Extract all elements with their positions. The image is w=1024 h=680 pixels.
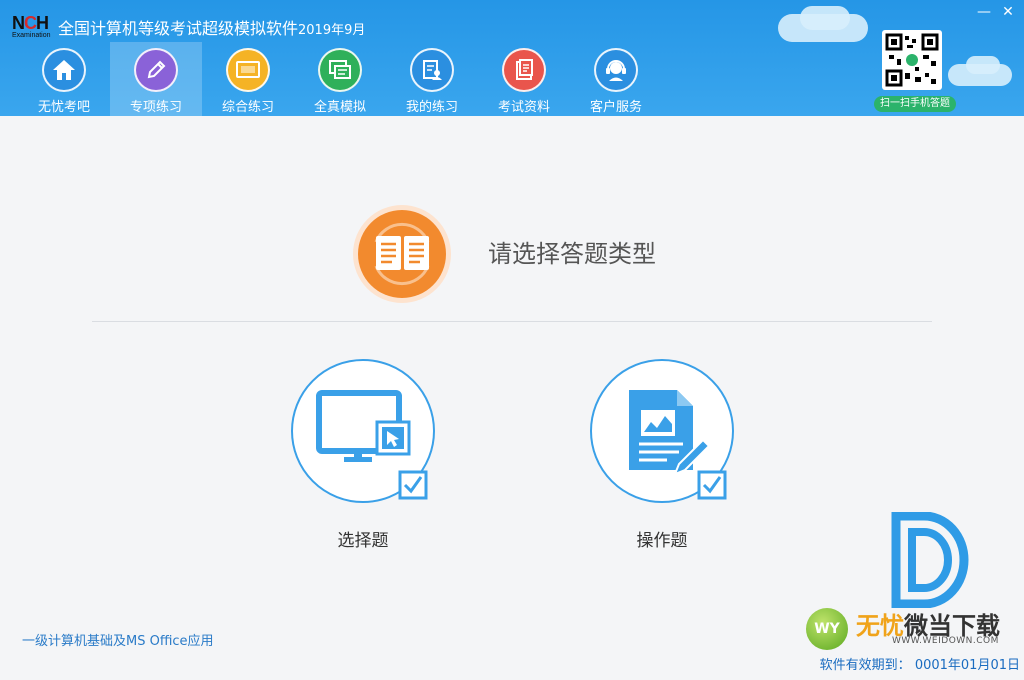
multiple-choice-icon [290,358,436,504]
watermark-badge: WY [806,608,848,650]
cloud-decoration [966,56,1000,74]
subject-link[interactable]: 一级计算机基础及MS Office应用 [22,630,214,649]
main-nav: 无忧考吧 专项练习 综合练习 全真模拟 我的练习 考试资料 客户服务 [18,42,662,116]
qr-code-icon [882,30,942,90]
multiple-choice-option[interactable]: 选择题 [288,358,438,551]
monitor-icon [226,48,270,92]
nav-item-special-practice[interactable]: 专项练习 [110,42,202,116]
answer-type-icon [352,204,452,304]
nav-label: 专项练习 [129,100,182,115]
app-title-text: 全国计算机等级考试超级模拟软件 [58,19,299,38]
expiry-date: 0001年01月01日 [914,658,1020,673]
home-icon [42,48,86,92]
nav-item-exam-materials[interactable]: 考试资料 [478,42,570,116]
logo-subtitle: Examination [12,32,51,39]
app-title-date: 2019年9月 [298,23,366,38]
profile-icon [410,48,454,92]
minimize-button[interactable]: — [976,4,992,20]
logo-letters: NCH [12,13,49,33]
nav-item-home[interactable]: 无忧考吧 [18,42,110,116]
divider [92,321,932,322]
operation-question-option[interactable]: 操作题 [587,358,737,551]
nav-label: 综合练习 [221,100,274,115]
nav-label: 我的练习 [405,100,458,115]
choice-label: 操作题 [636,531,688,551]
qr-code-panel[interactable]: 扫一扫手机答题 [874,30,956,112]
main-panel: 请选择答题类型 选择题 操作题 WY 无忧微当下载 WWW.WEIDOWN.CO… [0,116,1024,680]
watermark-url: WWW.WEIDOWN.COM [892,636,999,646]
close-button[interactable]: ✕ [1000,4,1016,20]
brand-d-logo [890,511,980,609]
document-icon [502,48,546,92]
cloud-decoration [800,6,850,30]
expiry-info: 软件有效期到： 0001年01月01日 [820,654,1020,673]
operation-question-icon [589,358,735,504]
pencil-icon [134,48,178,92]
nav-label: 全真模拟 [313,100,366,115]
choice-label: 选择题 [337,531,389,551]
headset-icon [594,48,638,92]
chat-icon [318,48,362,92]
nav-item-customer-service[interactable]: 客户服务 [570,42,662,116]
app-title: 全国计算机等级考试超级模拟软件2019年9月 [58,15,365,39]
qr-caption: 扫一扫手机答题 [874,96,956,112]
nav-item-mock-exam[interactable]: 全真模拟 [294,42,386,116]
window-controls: — ✕ [976,4,1016,20]
app-header: NCH Examination 全国计算机等级考试超级模拟软件2019年9月 —… [0,0,1024,116]
expiry-label: 软件有效期到： [819,658,911,673]
nav-label: 考试资料 [497,100,550,115]
nav-item-my-practice[interactable]: 我的练习 [386,42,478,116]
watermark: WY 无忧微当下载 WWW.WEIDOWN.COM [806,604,1000,652]
nav-item-comprehensive[interactable]: 综合练习 [202,42,294,116]
nav-label: 无忧考吧 [37,100,90,115]
nav-label: 客户服务 [589,100,642,115]
app-logo: NCH Examination [12,13,58,39]
page-heading: 请选择答题类型 [488,240,656,268]
